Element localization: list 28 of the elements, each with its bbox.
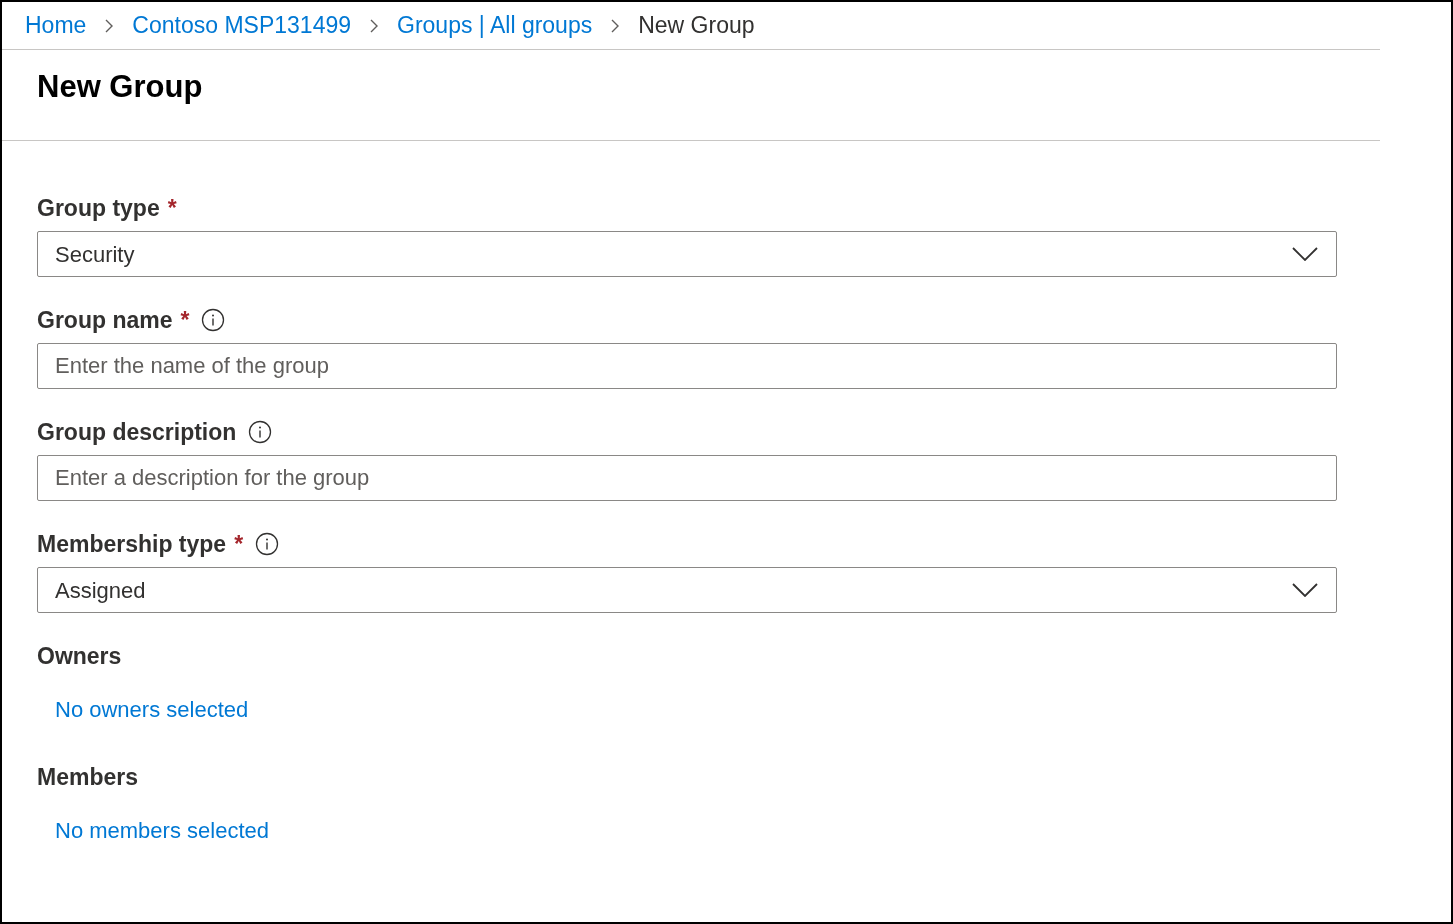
field-label: Group name [37,305,173,335]
breadcrumb-chevron-icon [104,17,115,34]
selection-link[interactable]: No members selected [55,818,269,843]
field-label: Owners [37,641,122,671]
breadcrumb-link[interactable]: Home [25,8,87,43]
info-icon[interactable] [248,420,273,444]
breadcrumb-chevron-icon [369,17,379,34]
field-label: Members [37,762,138,792]
required-mark: * [180,305,190,335]
field-label: Membership type [37,529,227,559]
chevron-down-icon [1292,247,1318,261]
page-title: New Group [37,68,204,106]
input-field[interactable]: Enter a description for the group [37,455,1337,501]
dropdown[interactable]: Security [37,231,1337,277]
input-field[interactable]: Enter the name of the group [37,343,1337,389]
selection-link[interactable]: No owners selected [55,697,249,722]
chevron-down-icon [1292,583,1318,597]
dropdown[interactable]: Assigned [37,567,1337,613]
info-icon[interactable] [201,308,226,332]
breadcrumb-link[interactable]: Contoso MSP131499 [132,8,351,43]
breadcrumb-current: New Group [638,11,755,41]
required-mark: * [234,529,244,559]
breadcrumb-link[interactable]: Groups | All groups [397,8,593,43]
breadcrumb-chevron-icon [610,17,621,34]
field-label: Group type [37,193,160,223]
field-label: Group description [37,417,237,447]
info-icon[interactable] [255,532,280,556]
required-mark: * [167,193,177,223]
